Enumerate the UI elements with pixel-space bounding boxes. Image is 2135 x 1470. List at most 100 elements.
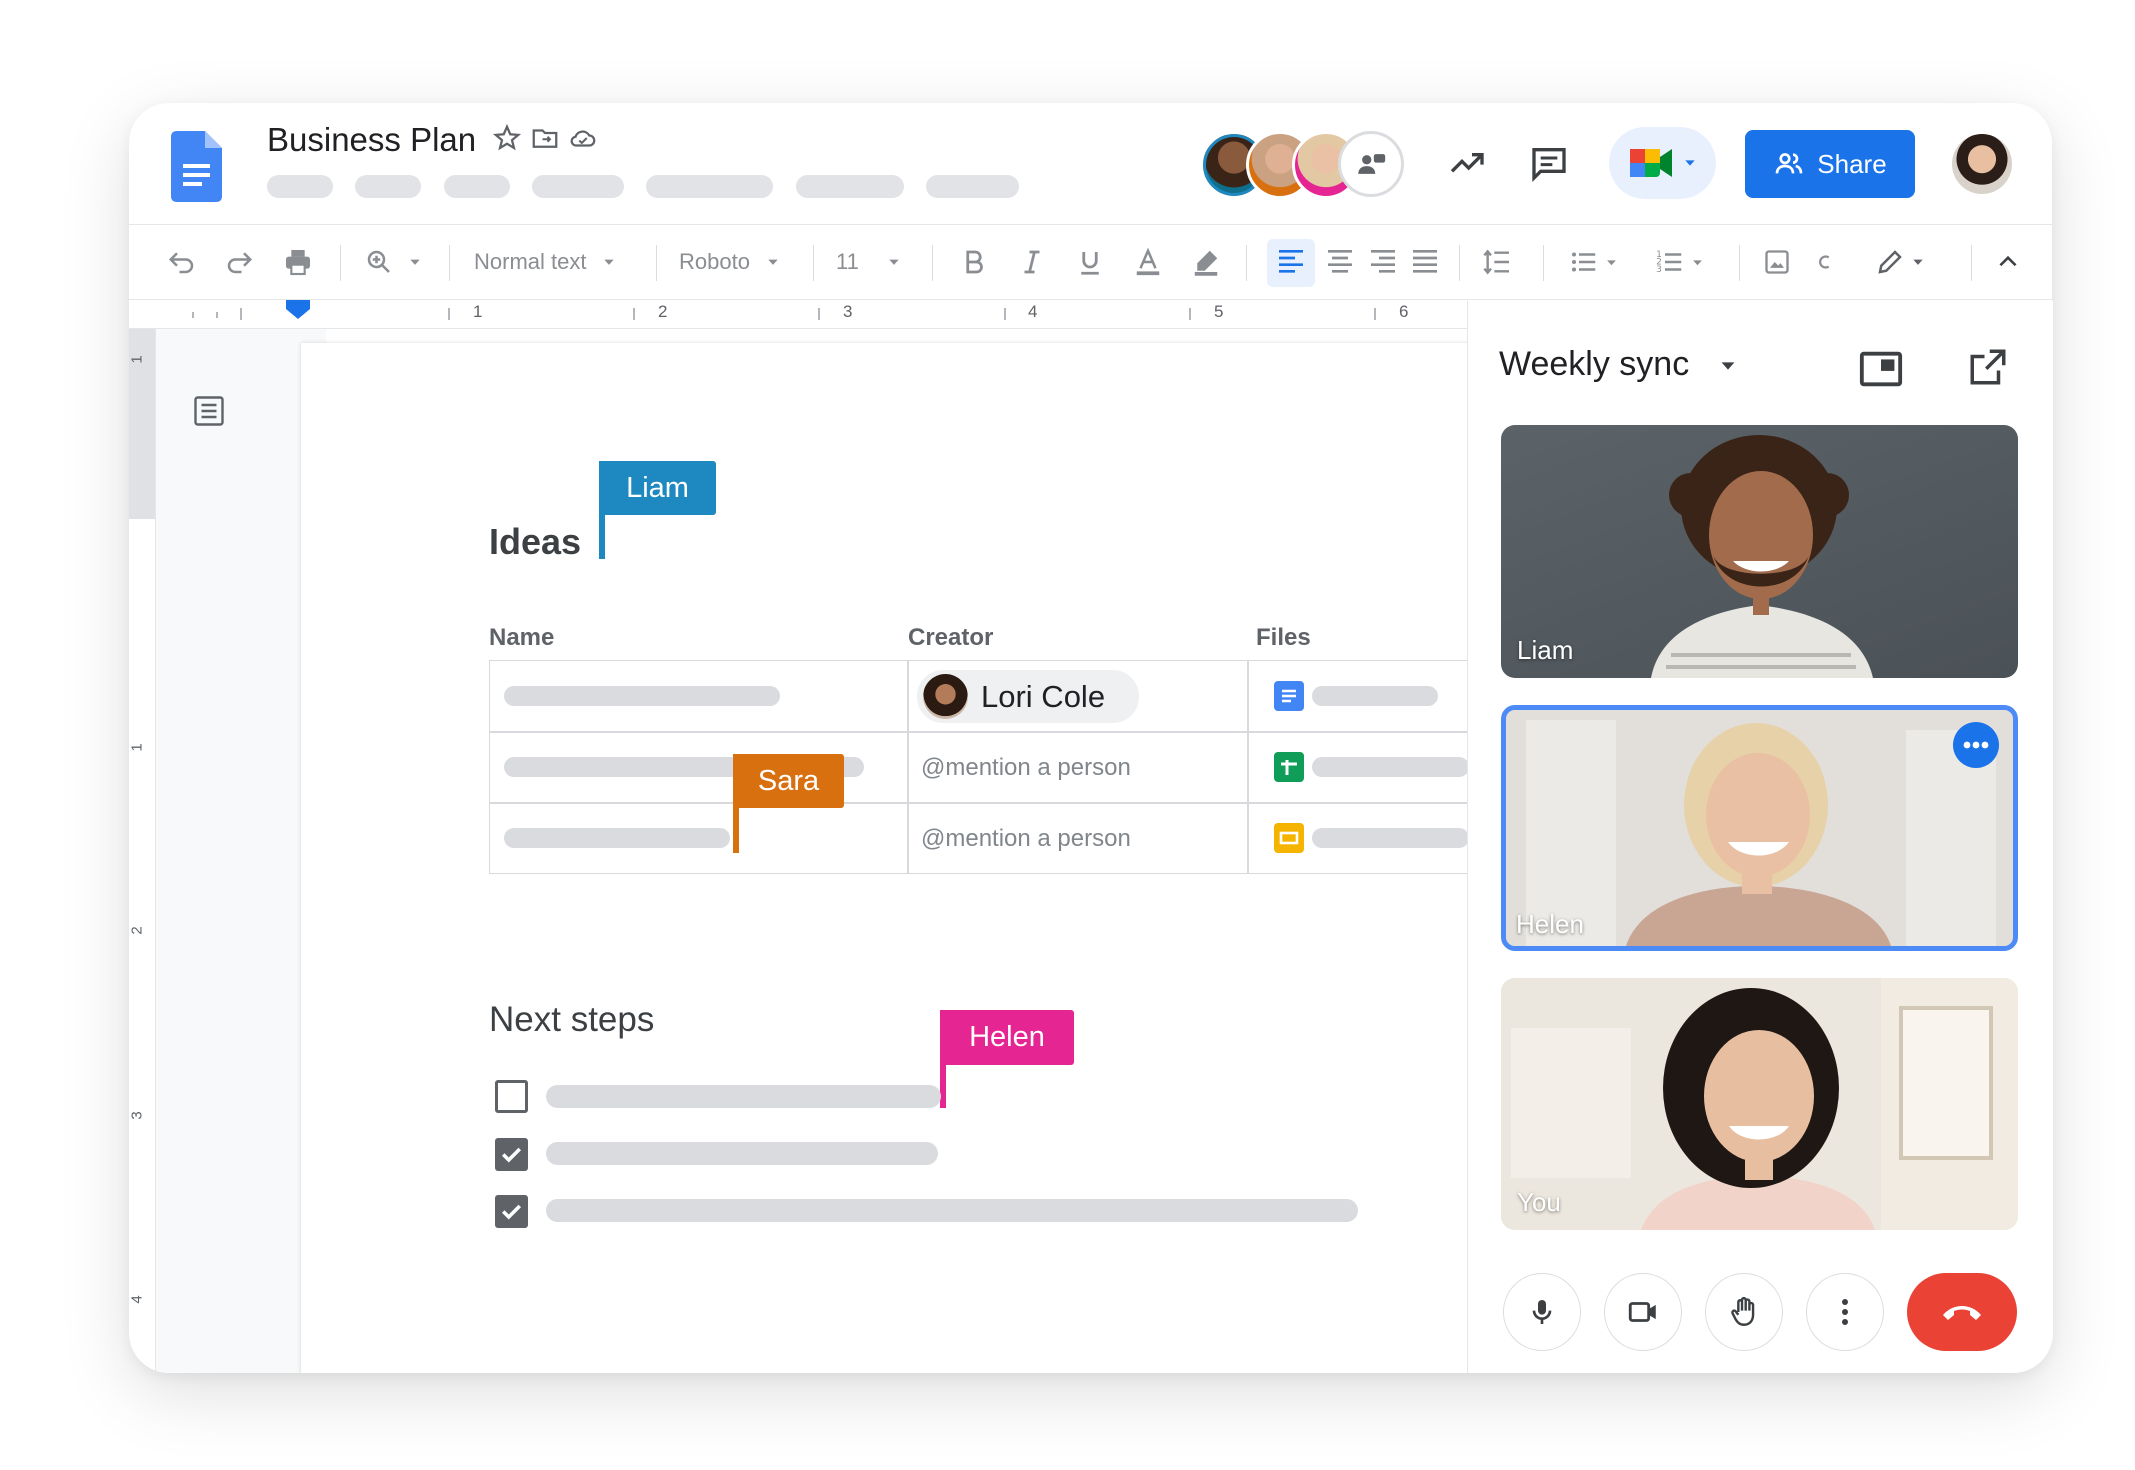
- pencil-icon: [1878, 250, 1902, 274]
- menu-item-placeholder[interactable]: [267, 175, 333, 198]
- end-call-button[interactable]: [1907, 1273, 2017, 1351]
- docs-logo-icon[interactable]: [171, 131, 222, 202]
- print-icon[interactable]: [282, 244, 314, 280]
- hand-icon: [1731, 1296, 1755, 1326]
- mention-placeholder[interactable]: @mention a person: [921, 825, 1131, 853]
- numbered-list-dropdown[interactable]: 123: [1655, 244, 1704, 280]
- font-dropdown[interactable]: Roboto: [679, 244, 780, 280]
- person-chip[interactable]: Lori Cole: [917, 670, 1139, 723]
- ruler-number: 1: [129, 355, 146, 364]
- share-button[interactable]: Share: [1745, 130, 1915, 198]
- insert-image-icon[interactable]: [1763, 244, 1791, 280]
- cursor-label-helen: Helen: [940, 1010, 1074, 1065]
- file-name-placeholder[interactable]: [1312, 757, 1469, 777]
- numbered-list-icon: 123: [1656, 250, 1682, 275]
- bold-icon[interactable]: [959, 244, 989, 280]
- menu-item-placeholder[interactable]: [444, 175, 510, 198]
- heading-next-steps[interactable]: Next steps: [489, 1000, 654, 1040]
- text-color-icon[interactable]: [1133, 244, 1163, 280]
- cloud-saved-icon[interactable]: [568, 123, 598, 153]
- collapse-menus-icon[interactable]: [1995, 244, 2021, 280]
- mention-placeholder[interactable]: @mention a person: [921, 754, 1131, 782]
- editing-mode-dropdown[interactable]: [1875, 244, 1925, 280]
- meeting-title[interactable]: Weekly sync: [1499, 345, 1739, 384]
- ruler-number: 6: [1399, 302, 1409, 321]
- column-header-files: Files: [1256, 624, 1311, 651]
- list-item[interactable]: [546, 1142, 938, 1165]
- bulleted-list-dropdown[interactable]: [1569, 244, 1618, 280]
- undo-icon[interactable]: [167, 244, 197, 280]
- checkbox-checked[interactable]: [495, 1195, 528, 1228]
- highlight-icon[interactable]: [1191, 244, 1221, 280]
- list-item[interactable]: [546, 1085, 941, 1108]
- align-center-icon[interactable]: [1324, 244, 1356, 280]
- menu-item-placeholder[interactable]: [355, 175, 421, 198]
- menu-item-placeholder[interactable]: [646, 175, 773, 198]
- camera-button[interactable]: [1604, 1273, 1682, 1351]
- line-spacing-icon[interactable]: [1481, 244, 1513, 280]
- document-outline-icon[interactable]: [191, 393, 227, 434]
- docs-file-icon[interactable]: [1274, 681, 1304, 711]
- open-in-new-window-icon[interactable]: [1967, 346, 2009, 393]
- cursor-caret-liam: [599, 461, 605, 559]
- activity-trend-icon[interactable]: [1443, 139, 1491, 187]
- meet-button[interactable]: [1609, 127, 1716, 199]
- justify-icon[interactable]: [1409, 244, 1441, 280]
- user-avatar[interactable]: [1952, 134, 2012, 194]
- menu-item-placeholder[interactable]: [532, 175, 624, 198]
- file-name-placeholder[interactable]: [1312, 828, 1469, 848]
- style-dropdown[interactable]: Normal text: [474, 244, 616, 280]
- chevron-down-icon: [1684, 160, 1695, 166]
- top-bar: Business Plan Share: [129, 103, 2052, 225]
- menu-item-placeholder[interactable]: [796, 175, 904, 198]
- sheets-file-icon[interactable]: [1274, 752, 1304, 782]
- align-right-icon[interactable]: [1367, 244, 1399, 280]
- document-title[interactable]: Business Plan: [267, 121, 476, 159]
- slides-file-icon[interactable]: [1274, 823, 1304, 853]
- list-item[interactable]: [546, 1199, 1358, 1222]
- participant-name: You: [1517, 1187, 1561, 1217]
- comments-icon[interactable]: [1525, 139, 1573, 187]
- participant-tile-helen[interactable]: Helen: [1501, 705, 2018, 951]
- italic-icon[interactable]: [1017, 244, 1047, 280]
- participant-tile-you[interactable]: You: [1501, 978, 2018, 1230]
- star-icon[interactable]: [492, 123, 522, 153]
- file-name-placeholder[interactable]: [1312, 686, 1438, 706]
- formatting-toolbar: Normal text Roboto 11 123: [129, 225, 2052, 300]
- font-value: Roboto: [679, 249, 750, 274]
- menu-item-placeholder[interactable]: [926, 175, 1019, 198]
- cursor-label-sara: Sara: [733, 754, 844, 808]
- participant-video: [1651, 435, 1873, 678]
- underline-icon[interactable]: [1075, 244, 1105, 280]
- font-size-dropdown[interactable]: 11: [836, 244, 901, 280]
- camera-icon: [1628, 1302, 1656, 1322]
- raise-hand-button[interactable]: [1705, 1273, 1783, 1351]
- picture-in-picture-icon[interactable]: [1858, 349, 1904, 394]
- chevron-down-icon: [1721, 362, 1735, 370]
- avatar: [923, 674, 968, 719]
- more-options-icon[interactable]: [1953, 722, 1999, 768]
- more-viewers-icon[interactable]: [1338, 131, 1404, 197]
- checkbox-unchecked[interactable]: [495, 1080, 528, 1113]
- column-header-creator: Creator: [908, 624, 994, 651]
- cursor-caret-helen: [940, 1010, 946, 1108]
- more-options-button[interactable]: [1806, 1273, 1884, 1351]
- redo-icon[interactable]: [224, 244, 254, 280]
- meeting-title-text: Weekly sync: [1499, 345, 1690, 383]
- table-row[interactable]: [504, 828, 730, 848]
- ruler-number: 3: [129, 1111, 146, 1120]
- hang-up-icon: [1943, 1306, 1981, 1320]
- microphone-button[interactable]: [1503, 1273, 1581, 1351]
- move-folder-icon[interactable]: [530, 123, 560, 153]
- participant-name: Helen: [1516, 909, 1584, 939]
- checkbox-checked[interactable]: [495, 1138, 528, 1171]
- align-left-icon[interactable]: [1275, 244, 1307, 280]
- table-row[interactable]: [504, 686, 780, 706]
- participant-tile-liam[interactable]: Liam: [1501, 425, 2018, 678]
- insert-link-icon[interactable]: [1814, 244, 1836, 280]
- zoom-dropdown[interactable]: [364, 244, 422, 280]
- cursor-label-liam: Liam: [599, 461, 716, 515]
- ruler-number: 3: [843, 302, 853, 321]
- heading-ideas[interactable]: Ideas: [489, 521, 581, 563]
- collaborator-avatars[interactable]: [1200, 131, 1405, 199]
